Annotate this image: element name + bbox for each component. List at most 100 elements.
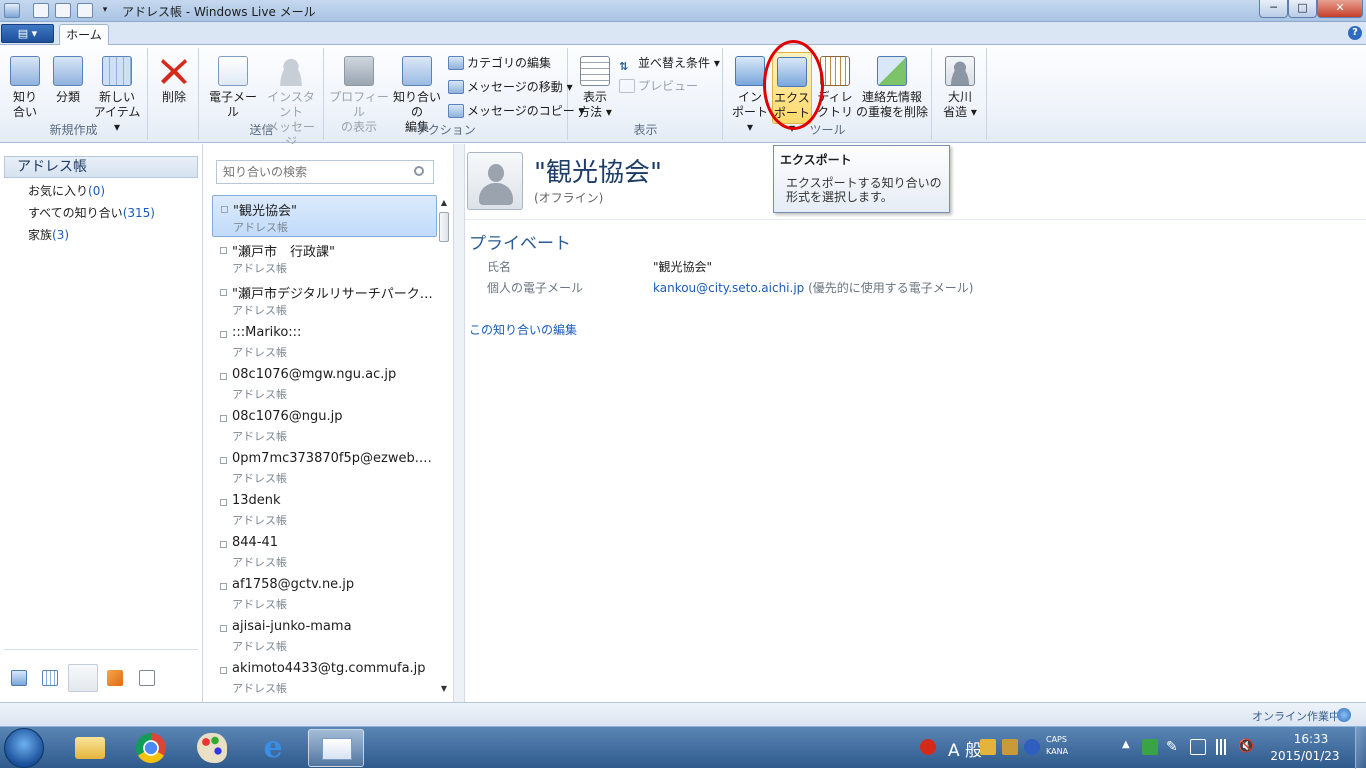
- move-message-button[interactable]: メッセージの移動 ▾: [448, 77, 573, 97]
- view-mode-button[interactable]: 表示 方法 ▾: [575, 52, 615, 124]
- copy-message-button[interactable]: メッセージのコピー ▾: [448, 101, 585, 121]
- show-desktop-button[interactable]: [1355, 727, 1366, 769]
- contact-list-item[interactable]: 08c1076@mgw.ngu.ac.jp アドレス帳: [212, 363, 437, 405]
- clock-time[interactable]: 16:33: [1288, 732, 1334, 746]
- contact-checkbox[interactable]: [220, 415, 227, 422]
- contact-checkbox[interactable]: [220, 499, 227, 506]
- help-icon[interactable]: ?: [1348, 26, 1362, 40]
- ime-dictionary-icon[interactable]: [1002, 739, 1018, 755]
- contact-list-item[interactable]: "観光協会" アドレス帳: [212, 195, 437, 237]
- edit-contact-link[interactable]: この知り合いの編集: [469, 321, 577, 338]
- pane-splitter[interactable]: [453, 144, 465, 702]
- ime-help-icon[interactable]: [1024, 739, 1040, 755]
- pin-tray-icon[interactable]: ✎: [1166, 739, 1182, 755]
- feeds-nav-icon[interactable]: [107, 670, 123, 686]
- start-button[interactable]: [4, 728, 44, 768]
- directory-button[interactable]: ディレ クトリ: [814, 52, 856, 124]
- contact-item-name: af1758@gctv.ne.jp: [232, 577, 355, 592]
- qat-customize-icon[interactable]: ▾: [97, 3, 113, 18]
- contact-list-scrollbar[interactable]: ▲ ▼: [438, 196, 450, 696]
- contact-checkbox[interactable]: [220, 667, 227, 674]
- qat-new-icon[interactable]: [33, 3, 49, 18]
- email-value-row: kankou@city.seto.aichi.jp (優先的に使用する電子メール…: [653, 279, 974, 296]
- contact-list-item[interactable]: :::Mariko::: アドレス帳: [212, 321, 437, 363]
- contact-checkbox[interactable]: [220, 457, 227, 464]
- preview-button[interactable]: プレビュー: [619, 76, 698, 96]
- newsgroups-nav-icon[interactable]: [139, 670, 155, 686]
- taskbar-chrome[interactable]: [123, 729, 179, 767]
- ribbon-tab-row: ▤ ▾ ホーム ?: [0, 22, 1366, 46]
- qat-send-receive-icon[interactable]: [55, 3, 71, 18]
- dedupe-contacts-button[interactable]: 連絡先情報 の重複を削除: [856, 52, 928, 124]
- email-button[interactable]: 電子メール: [204, 52, 262, 124]
- contact-item-name: "瀬戸市デジタルリサーチパークセンター": [232, 287, 434, 302]
- contact-checkbox[interactable]: [220, 373, 227, 380]
- contact-search-input[interactable]: [216, 160, 434, 184]
- ime-mode-indicator[interactable]: A 般: [948, 736, 982, 761]
- online-globe-icon[interactable]: [1337, 708, 1351, 722]
- contact-list-item[interactable]: 08c1076@ngu.jp アドレス帳: [212, 405, 437, 447]
- volume-muted-icon[interactable]: 🔇: [1238, 739, 1254, 755]
- app-menu-button[interactable]: ▤ ▾: [1, 24, 54, 43]
- contact-list-item[interactable]: 844-41 アドレス帳: [212, 531, 437, 573]
- instant-message-button[interactable]: インスタント メッセージ: [262, 52, 320, 149]
- contact-list-item[interactable]: "瀬戸市デジタルリサーチパークセンター" アドレス帳: [212, 279, 437, 321]
- taskbar-ie[interactable]: e: [245, 729, 301, 767]
- detail-divider: [465, 219, 1366, 220]
- user-account-button[interactable]: 大川 省造 ▾: [939, 52, 981, 124]
- contact-list-item[interactable]: akimoto4433@tg.commufa.jp アドレス帳: [212, 657, 437, 695]
- import-button[interactable]: イン ポート ▾: [728, 52, 772, 134]
- contact-list-item[interactable]: "瀬戸市 行政課" アドレス帳: [212, 237, 437, 279]
- contact-list-item[interactable]: af1758@gctv.ne.jp アドレス帳: [212, 573, 437, 615]
- contact-list-item[interactable]: ajisai-junko-mama アドレス帳: [212, 615, 437, 657]
- contact-checkbox[interactable]: [220, 247, 227, 254]
- security-tray-icon[interactable]: [920, 739, 936, 755]
- export-button[interactable]: エクス ポート ▾: [772, 52, 812, 135]
- contact-checkbox[interactable]: [220, 331, 227, 338]
- delete-button[interactable]: 削除: [153, 52, 195, 124]
- category-button[interactable]: 分類: [48, 52, 88, 124]
- new-item-button[interactable]: 新しい アイテム ▾: [90, 52, 144, 134]
- sort-button[interactable]: ⇅ 並べ替え条件 ▾: [619, 53, 720, 73]
- minimize-button[interactable]: ─: [1259, 0, 1288, 18]
- nav-title[interactable]: アドレス帳: [4, 156, 198, 178]
- search-icon[interactable]: [414, 166, 424, 176]
- contact-list-item[interactable]: 0pm7mc373870f5p@ezweb.ne.jp アドレス帳: [212, 447, 437, 489]
- contact-button[interactable]: 知り 合い: [6, 52, 44, 124]
- nav-item-favorites[interactable]: お気に入り(0): [28, 182, 105, 199]
- edit-card-icon: [402, 56, 432, 86]
- calendar-nav-icon[interactable]: [42, 670, 58, 686]
- scroll-up-arrow-icon[interactable]: ▲: [438, 196, 450, 210]
- contact-checkbox[interactable]: [220, 289, 227, 296]
- maximize-button[interactable]: □: [1288, 0, 1317, 18]
- mail-nav-icon[interactable]: [11, 670, 27, 686]
- view-profile-button[interactable]: プロフィール の表示: [329, 52, 389, 134]
- contact-checkbox[interactable]: [220, 541, 227, 548]
- name-label: 氏名: [487, 260, 512, 274]
- close-button[interactable]: ✕: [1317, 0, 1363, 18]
- tab-home[interactable]: ホーム: [59, 24, 109, 46]
- app-icon[interactable]: [4, 3, 20, 18]
- clock-date[interactable]: 2015/01/23: [1270, 749, 1340, 763]
- nav-item-all-contacts[interactable]: すべての知り合い(315): [28, 204, 155, 221]
- sync-tray-icon[interactable]: [1142, 739, 1158, 755]
- contact-checkbox[interactable]: [221, 206, 228, 213]
- contact-list-item[interactable]: 13denk アドレス帳: [212, 489, 437, 531]
- email-link[interactable]: kankou@city.seto.aichi.jp: [653, 281, 804, 295]
- edit-category-button[interactable]: カテゴリの編集: [448, 53, 551, 73]
- contacts-nav-icon[interactable]: [68, 664, 98, 692]
- contact-checkbox[interactable]: [220, 583, 227, 590]
- edit-contact-button[interactable]: 知り合いの 編集: [389, 52, 445, 134]
- tray-overflow-icon[interactable]: ▲: [1122, 739, 1130, 750]
- scroll-down-arrow-icon[interactable]: ▼: [438, 682, 450, 696]
- scroll-thumb[interactable]: [439, 212, 449, 242]
- device-tray-icon[interactable]: [1190, 739, 1206, 755]
- taskbar-windows-live-mail[interactable]: [308, 729, 364, 767]
- contact-checkbox[interactable]: [220, 625, 227, 632]
- nav-item-family[interactable]: 家族(3): [28, 226, 69, 243]
- taskbar-explorer[interactable]: [62, 729, 118, 767]
- taskbar-paint[interactable]: [184, 729, 240, 767]
- network-signal-icon[interactable]: [1214, 739, 1230, 755]
- ime-tools-icon[interactable]: [980, 739, 996, 755]
- qat-mail-icon[interactable]: [77, 3, 93, 18]
